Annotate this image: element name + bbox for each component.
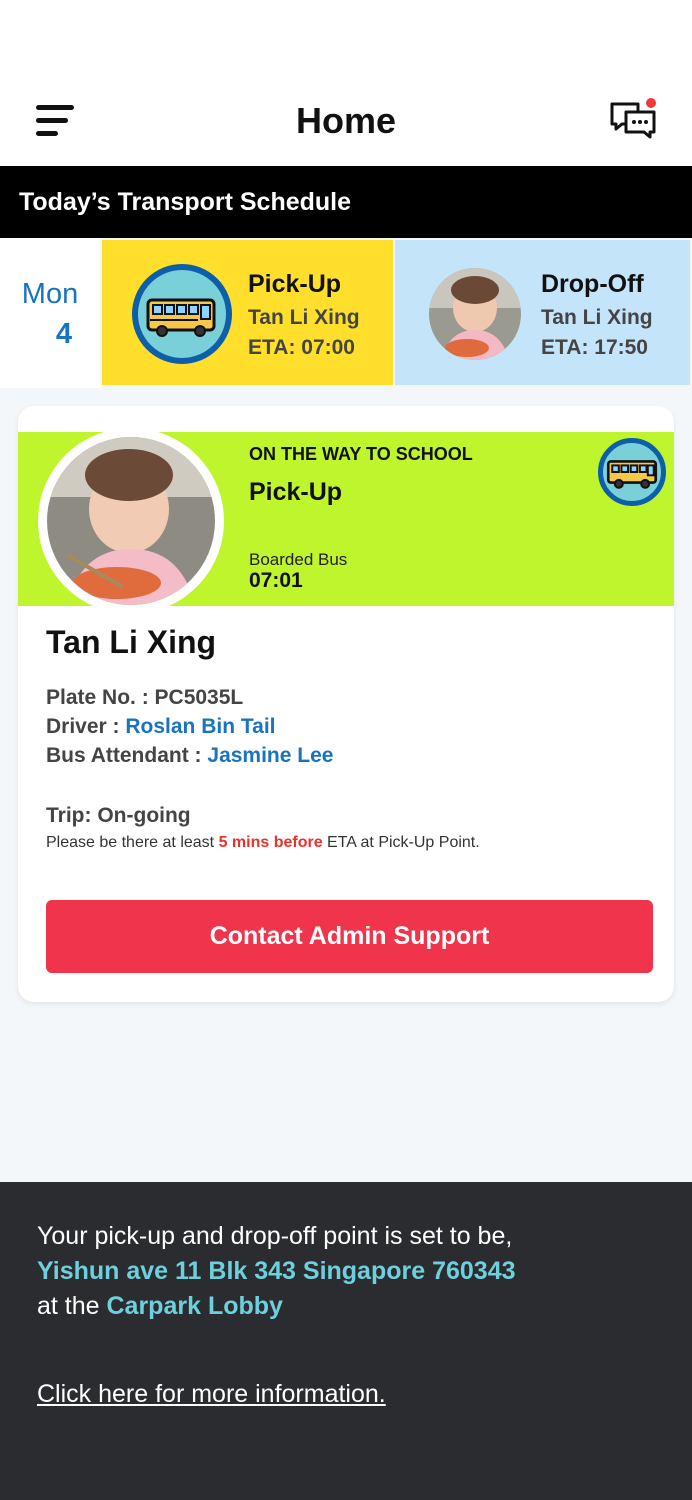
trip-status-card: ON THE WAY TO SCHOOL Pick-Up Boarded Bus… [18,406,674,1002]
plate-number: Plate No. : PC5035L [46,686,244,709]
pickup-eta: ETA: 07:00 [248,336,355,359]
dropoff-title: Drop-Off [541,270,644,298]
notice-highlight: 5 mins before [218,834,323,851]
trip-status-label: ON THE WAY TO SCHOOL [249,444,473,464]
school-bus-icon [132,264,232,364]
page-title: Home [295,100,397,141]
attendant-name-link[interactable]: Jasmine Lee [207,744,333,767]
notice-suffix: ETA at Pick-Up Point. [322,834,480,851]
pickup-point-footer: Your pick-up and drop-off point is set t… [0,1182,692,1500]
driver-label: Driver : [46,715,126,738]
day-selector[interactable]: Mon 4 [0,238,100,388]
pickup-title: Pick-Up [248,270,342,298]
day-name: Mon [21,278,79,310]
day-number: 4 [55,318,73,350]
student-name: Tan Li Xing [46,624,217,660]
student-photo [38,428,224,614]
pickup-schedule-card[interactable]: Pick-Up Tan Li Xing ETA: 07:00 [102,240,393,385]
more-info-link[interactable]: Click here for more information. [37,1380,386,1409]
footer-address: Yishun ave 11 Blk 343 Singapore 760343 [37,1257,516,1286]
attendant-info: Bus Attendant : Jasmine Lee [46,744,333,768]
status-bar [0,0,692,80]
chat-bubbles-icon[interactable] [608,98,658,140]
student-photo-small [429,268,521,360]
footer-intro: Your pick-up and drop-off point is set t… [37,1222,513,1250]
trip-type: Pick-Up [249,478,343,506]
boarded-time: 07:01 [249,569,303,592]
dropoff-schedule-card[interactable]: Drop-Off Tan Li Xing ETA: 17:50 [395,240,690,385]
app-header: Home [0,80,692,166]
pickup-student-name: Tan Li Xing [248,306,360,329]
schedule-heading: Today’s Transport Schedule [0,166,692,238]
pickup-notice: Please be there at least 5 mins before E… [46,834,480,852]
dropoff-student-name: Tan Li Xing [541,306,653,329]
location-prefix: at the [37,1292,107,1320]
notification-dot [646,98,656,108]
schedule-row: Mon 4 Pick-Up Tan Li Xing ETA: 07:00 Dro… [0,238,692,388]
school-bus-icon [598,438,666,506]
dropoff-eta: ETA: 17:50 [541,336,648,359]
notice-prefix: Please be there at least [46,834,219,851]
driver-name-link[interactable]: Roslan Bin Tail [125,715,275,738]
pickup-location: Carpark Lobby [106,1292,283,1320]
trip-progress-status: Trip: On-going [46,804,191,827]
pickup-address: Yishun ave 11 Blk 343 Singapore 760343 [37,1257,516,1285]
driver-info: Driver : Roslan Bin Tail [46,715,276,739]
attendant-label: Bus Attendant : [46,744,208,767]
boarded-label: Boarded Bus [249,550,348,569]
footer-location-line: at the Carpark Lobby [37,1292,283,1321]
contact-admin-support-button[interactable]: Contact Admin Support [46,900,653,973]
